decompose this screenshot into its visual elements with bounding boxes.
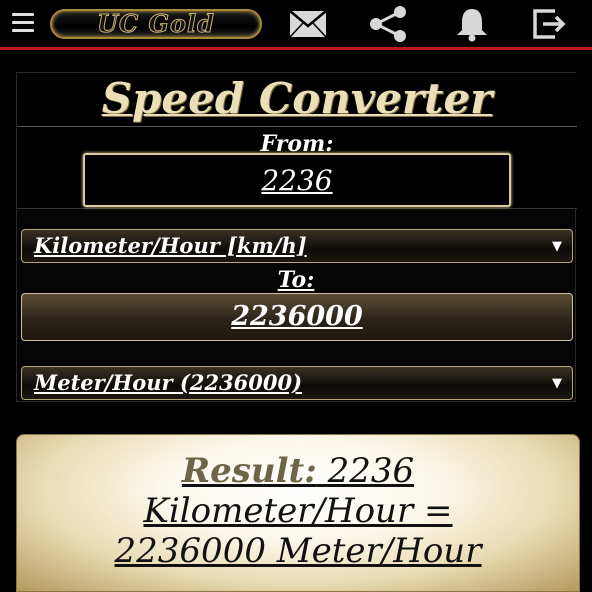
from-unit-value: Kilometer/Hour [km/h]: [34, 233, 307, 258]
title-row: Speed Converter: [17, 73, 577, 127]
to-unit-select[interactable]: Meter/Hour (2236000) ▼: [21, 366, 573, 400]
app-toolbar: UC Gold: [0, 0, 592, 50]
brand-name: UC Gold: [97, 9, 215, 38]
to-label: To:: [277, 267, 315, 293]
to-value-output: 2236000: [21, 293, 573, 341]
result-prefix: Result:: [181, 451, 317, 491]
bell-icon[interactable]: [452, 6, 492, 42]
result-line-2: Kilometer/Hour =: [143, 491, 453, 531]
menu-icon[interactable]: [12, 13, 34, 33]
exit-icon[interactable]: [529, 6, 569, 42]
from-unit-select[interactable]: Kilometer/Hour [km/h] ▼: [21, 229, 573, 263]
dropdown-arrow-icon: ▼: [552, 376, 562, 391]
result-box: Result: 2236 Kilometer/Hour = 2236000 Me…: [16, 434, 580, 592]
converter-panel: Speed Converter From: Kilometer/Hour [km…: [16, 72, 577, 402]
brand-logo: UC Gold: [50, 9, 262, 39]
from-value-input[interactable]: [83, 153, 511, 207]
page-title: Speed Converter: [101, 74, 493, 123]
to-unit-value: Meter/Hour (2236000): [34, 370, 303, 395]
dropdown-arrow-icon: ▼: [552, 239, 562, 254]
mail-icon[interactable]: [288, 6, 328, 42]
to-value: 2236000: [231, 301, 363, 332]
result-line-3: 2236000 Meter/Hour: [114, 531, 482, 571]
result-line-1: Result: 2236: [17, 451, 579, 491]
share-icon[interactable]: [368, 6, 408, 42]
result-from-value: 2236: [327, 451, 415, 491]
from-section: From:: [17, 127, 577, 209]
